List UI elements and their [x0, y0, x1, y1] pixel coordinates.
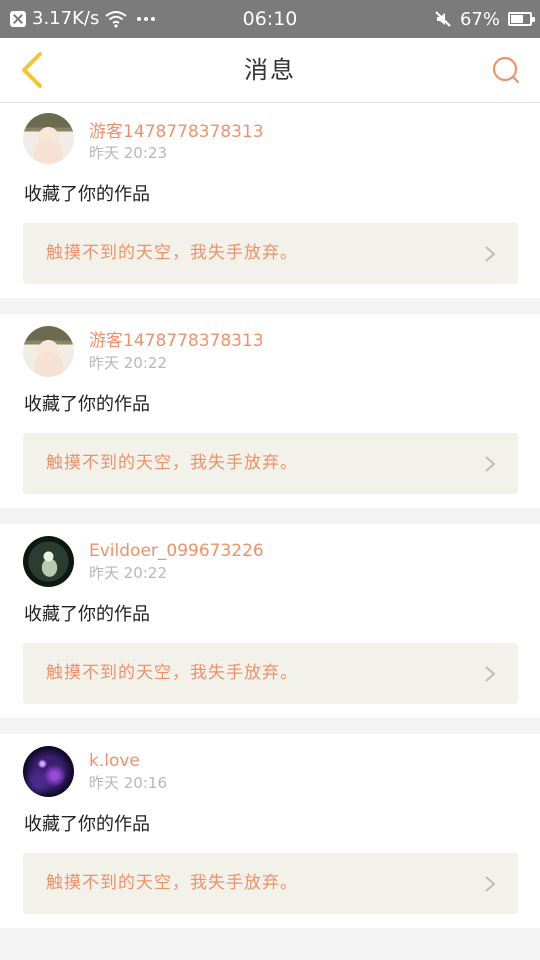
- status-bar: 3.17K/s 06:10 67%: [0, 0, 540, 38]
- header-bar: 消息: [0, 38, 540, 103]
- timestamp: 昨天 20:22: [89, 564, 167, 582]
- search-button[interactable]: [488, 52, 524, 88]
- message-item: 游客1478778378313 昨天 20:23 收藏了你的作品 触摸不到的天空…: [0, 103, 540, 298]
- avatar[interactable]: [23, 536, 74, 587]
- chevron-left-icon: [22, 52, 42, 88]
- chevron-right-icon: [485, 876, 496, 892]
- message-item: 游客1478778378313 昨天 20:22 收藏了你的作品 触摸不到的天空…: [0, 314, 540, 508]
- network-speed: 3.17K/s: [32, 8, 100, 29]
- avatar[interactable]: [23, 326, 74, 377]
- action-text: 收藏了你的作品: [24, 394, 150, 415]
- work-title: 触摸不到的天空，我失手放弃。: [46, 453, 298, 473]
- search-icon: [492, 56, 520, 84]
- timestamp: 昨天 20:16: [89, 774, 167, 792]
- work-link[interactable]: 触摸不到的天空，我失手放弃。: [23, 643, 518, 704]
- avatar[interactable]: [23, 113, 74, 164]
- action-text: 收藏了你的作品: [24, 184, 150, 205]
- more-dots-icon: [137, 17, 156, 21]
- action-text: 收藏了你的作品: [24, 814, 150, 835]
- page-title: 消息: [244, 56, 296, 84]
- status-bar-right: 67%: [434, 6, 535, 32]
- work-link[interactable]: 触摸不到的天空，我失手放弃。: [23, 223, 518, 284]
- action-text: 收藏了你的作品: [24, 604, 150, 625]
- avatar[interactable]: [23, 746, 74, 797]
- mute-icon: [435, 11, 451, 27]
- timestamp: 昨天 20:22: [89, 354, 167, 372]
- username[interactable]: k.love: [89, 750, 140, 772]
- message-list: 游客1478778378313 昨天 20:23 收藏了你的作品 触摸不到的天空…: [0, 103, 540, 928]
- username[interactable]: 游客1478778378313: [89, 121, 264, 143]
- work-title: 触摸不到的天空，我失手放弃。: [46, 243, 298, 263]
- chevron-right-icon: [485, 246, 496, 262]
- work-link[interactable]: 触摸不到的天空，我失手放弃。: [23, 433, 518, 494]
- work-title: 触摸不到的天空，我失手放弃。: [46, 663, 298, 683]
- timestamp: 昨天 20:23: [89, 144, 167, 162]
- username[interactable]: Evildoer_099673226: [89, 540, 264, 562]
- username[interactable]: 游客1478778378313: [89, 330, 264, 352]
- work-title: 触摸不到的天空，我失手放弃。: [46, 873, 298, 893]
- wifi-icon: [105, 11, 127, 28]
- work-link[interactable]: 触摸不到的天空，我失手放弃。: [23, 853, 518, 914]
- status-bar-left: 3.17K/s: [10, 6, 156, 32]
- message-item: k.love 昨天 20:16 收藏了你的作品 触摸不到的天空，我失手放弃。: [0, 734, 540, 928]
- message-item: Evildoer_099673226 昨天 20:22 收藏了你的作品 触摸不到…: [0, 524, 540, 718]
- battery-level: [511, 15, 523, 23]
- battery-percent: 67%: [459, 8, 500, 30]
- chevron-right-icon: [485, 456, 496, 472]
- battery-icon: [508, 12, 535, 26]
- back-button[interactable]: [10, 48, 54, 92]
- close-icon: [10, 11, 26, 27]
- chevron-right-icon: [485, 666, 496, 682]
